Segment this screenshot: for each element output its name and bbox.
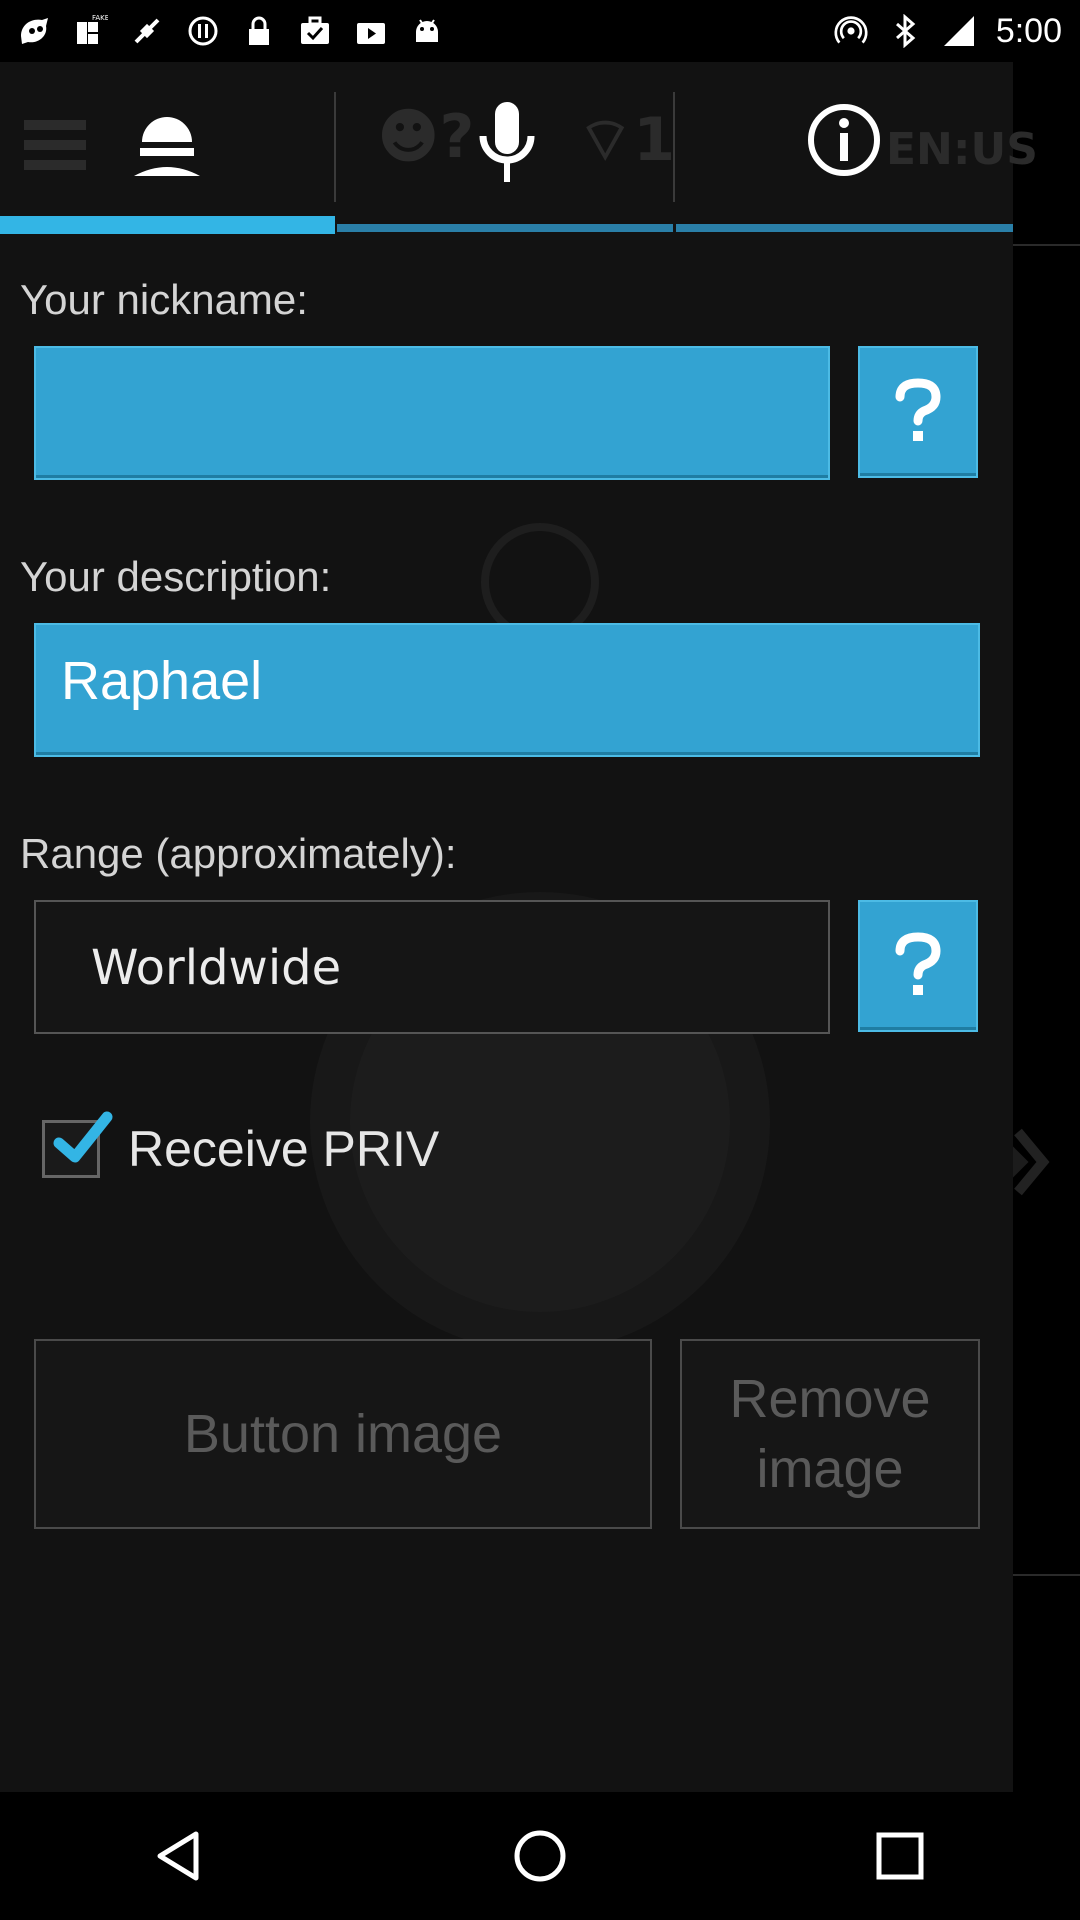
hotspot-icon	[834, 14, 868, 48]
checkmark-icon	[53, 1111, 113, 1163]
description-label: Your description:	[20, 553, 332, 600]
tab-divider	[334, 92, 336, 202]
question-icon	[895, 378, 941, 441]
range-help-button[interactable]	[858, 900, 978, 1032]
home-icon	[514, 1830, 566, 1882]
back-icon	[157, 1831, 199, 1881]
bluetooth-icon	[888, 14, 922, 48]
question-icon	[895, 932, 941, 995]
remove-image-button[interactable]: Remove image	[680, 1339, 980, 1529]
navigation-bar	[0, 1792, 1080, 1920]
briefcase-check-icon	[298, 14, 332, 48]
status-bar: FAKE 5:00	[0, 0, 1080, 62]
tab-divider	[673, 92, 675, 202]
clock: 5:00	[995, 11, 1062, 50]
signal-icon	[942, 14, 976, 48]
nickname-label: Your nickname:	[20, 276, 308, 323]
tab-underline	[676, 224, 1013, 232]
microphone-icon	[479, 102, 535, 182]
android-icon	[410, 14, 444, 48]
tab-bar: ☻? ⌔1 EN:US	[0, 62, 1038, 234]
button-image-button[interactable]: Button image	[34, 1339, 652, 1529]
remove-image-label-line1: Remove	[729, 1368, 931, 1429]
satellite-icon	[130, 14, 164, 48]
info-icon	[808, 104, 880, 176]
recents-icon	[876, 1832, 924, 1880]
side-strip	[925, 62, 1080, 1792]
group-icon: ☻?	[377, 102, 475, 172]
person-icon	[134, 117, 200, 176]
play-store-icon	[354, 14, 388, 48]
receive-priv-label: Receive PRIV	[128, 1121, 440, 1177]
tab-info[interactable]: EN:US	[676, 62, 1038, 232]
language-ghost-icon: EN:US	[886, 124, 1038, 175]
nickname-help-button[interactable]	[858, 346, 978, 478]
tab-underline	[337, 224, 673, 232]
back-button[interactable]	[120, 1796, 240, 1916]
description-input[interactable]: Raphael	[34, 623, 980, 757]
range-label: Range (approximately):	[20, 830, 457, 877]
menu-icon[interactable]	[20, 110, 90, 180]
fake-gps-icon: FAKE	[74, 14, 108, 48]
remove-image-label-line2: image	[756, 1439, 904, 1499]
svg-text:FAKE: FAKE	[92, 14, 108, 22]
lock-icon	[242, 14, 276, 48]
home-button[interactable]	[480, 1796, 600, 1916]
tab-profile[interactable]	[0, 62, 335, 234]
wifi-ghost-icon: ⌔1	[577, 105, 676, 175]
recents-button[interactable]	[840, 1796, 960, 1916]
tab-voice[interactable]: ☻? ⌔1	[337, 62, 676, 232]
nickname-input[interactable]	[34, 346, 830, 480]
profile-panel: ☻? ⌔1 EN:US Your nickname: Your descript…	[0, 62, 1038, 1792]
tab-underline	[0, 216, 335, 234]
stop-icon	[186, 14, 220, 48]
receive-priv-row[interactable]: Receive PRIV	[42, 1111, 440, 1178]
receive-priv-checkbox[interactable]	[42, 1111, 113, 1178]
go-icon	[18, 14, 52, 48]
range-select[interactable]: Worldwide	[34, 900, 830, 1034]
